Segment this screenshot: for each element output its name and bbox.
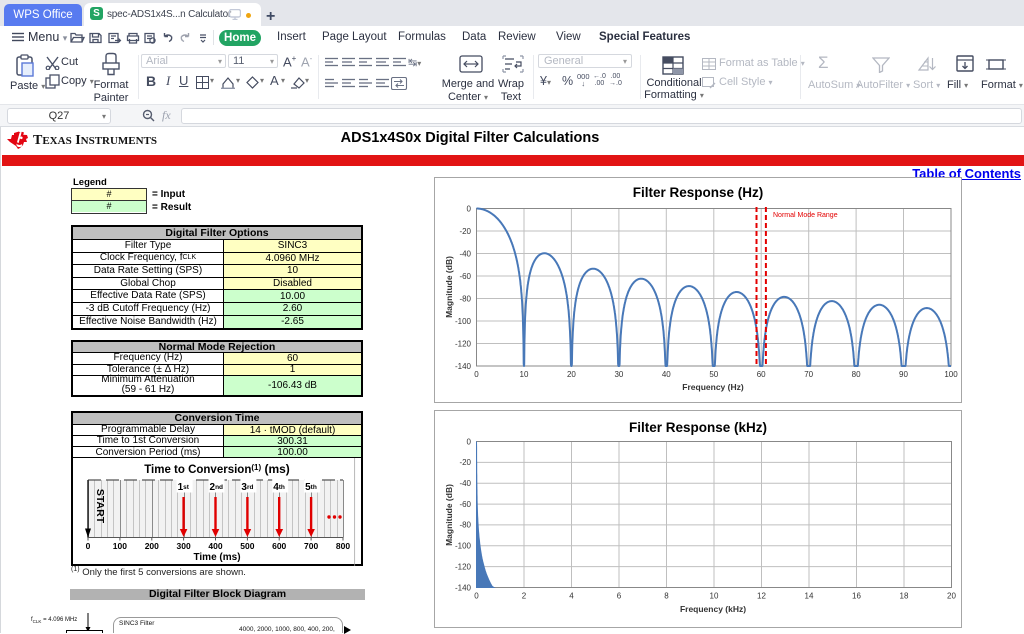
svg-text:4: 4: [569, 592, 574, 601]
svg-text:-60: -60: [459, 272, 471, 281]
svg-text:-20: -20: [459, 458, 471, 467]
svg-text:100: 100: [944, 370, 958, 379]
svg-text:100: 100: [113, 541, 127, 551]
svg-text:Time (ms): Time (ms): [193, 552, 240, 563]
svg-text:0: 0: [474, 592, 479, 601]
svg-text:2: 2: [522, 592, 527, 601]
svg-text:-120: -120: [455, 562, 472, 571]
svg-text:300: 300: [177, 541, 191, 551]
svg-text:Normal Mode Range: Normal Mode Range: [773, 212, 838, 219]
svg-text:0: 0: [474, 370, 479, 379]
svg-text:-80: -80: [459, 294, 471, 303]
svg-text:10: 10: [710, 592, 719, 601]
svg-text:18: 18: [900, 592, 909, 601]
svg-text:START: START: [94, 489, 106, 524]
svg-text:800: 800: [336, 541, 350, 551]
svg-text:200: 200: [145, 541, 159, 551]
svg-text:70: 70: [804, 370, 813, 379]
svg-text:Frequency (kHz): Frequency (kHz): [680, 604, 746, 614]
svg-text:30: 30: [614, 370, 623, 379]
svg-text:Filter Response (Hz): Filter Response (Hz): [633, 185, 764, 200]
svg-text:-100: -100: [455, 542, 472, 551]
svg-text:700: 700: [304, 541, 318, 551]
svg-text:-140: -140: [455, 583, 472, 592]
svg-text:0: 0: [467, 204, 472, 213]
svg-text:600: 600: [272, 541, 286, 551]
svg-text:0: 0: [86, 541, 91, 551]
svg-text:-40: -40: [459, 479, 471, 488]
svg-text:10: 10: [520, 370, 529, 379]
svg-text:50: 50: [709, 370, 718, 379]
svg-text:0: 0: [467, 437, 472, 446]
svg-text:Time to Conversion(1) (ms): Time to Conversion(1) (ms): [144, 462, 290, 476]
svg-text:20: 20: [567, 370, 576, 379]
svg-text:400: 400: [208, 541, 222, 551]
svg-text:14: 14: [805, 592, 814, 601]
svg-text:-100: -100: [455, 317, 472, 326]
svg-text:-80: -80: [459, 521, 471, 530]
svg-text:40: 40: [662, 370, 671, 379]
svg-text:Magnitude (dB): Magnitude (dB): [444, 484, 454, 546]
svg-text:Magnitude (dB): Magnitude (dB): [444, 256, 454, 318]
svg-text:80: 80: [852, 370, 861, 379]
svg-text:8: 8: [664, 592, 669, 601]
svg-text:-20: -20: [459, 227, 471, 236]
svg-text:-120: -120: [455, 339, 472, 348]
svg-text:Frequency (Hz): Frequency (Hz): [682, 382, 744, 392]
svg-text:12: 12: [757, 592, 766, 601]
svg-text:90: 90: [899, 370, 908, 379]
svg-text:20: 20: [947, 592, 956, 601]
svg-text:500: 500: [240, 541, 254, 551]
svg-text:-40: -40: [459, 249, 471, 258]
svg-text:-140: -140: [455, 362, 472, 371]
svg-text:-60: -60: [459, 500, 471, 509]
svg-text:16: 16: [852, 592, 861, 601]
svg-text:6: 6: [617, 592, 622, 601]
svg-text:Filter Response (kHz): Filter Response (kHz): [629, 420, 767, 435]
svg-text:60: 60: [757, 370, 766, 379]
